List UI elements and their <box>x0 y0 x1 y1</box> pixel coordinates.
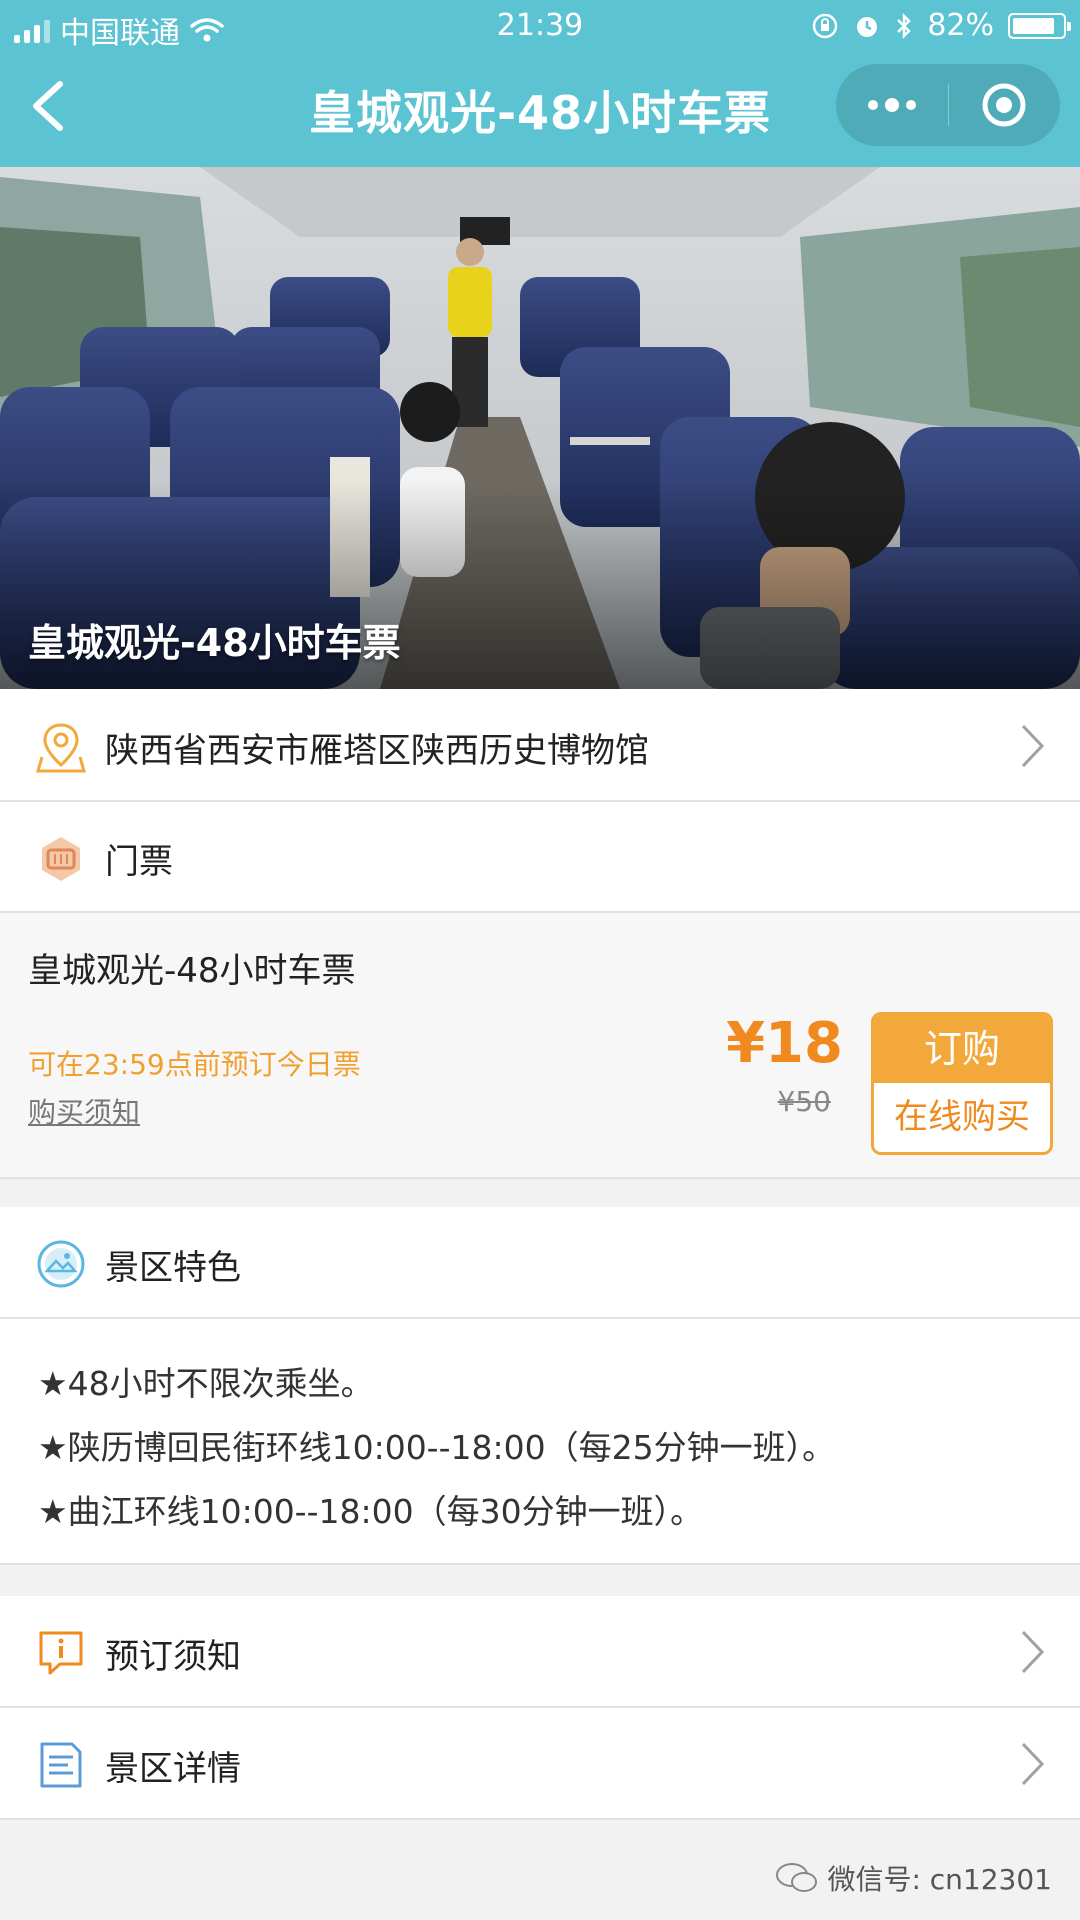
header-bar: 中国联通 21:39 82% 皇城观光-48小时车票 <box>0 0 1080 167</box>
booking-notice-row[interactable]: 预订须知 <box>0 1596 1080 1708</box>
feature-item: ★陕历博回民街环线10:00--18:00（每25分钟一班）。 <box>38 1428 836 1467</box>
miniprogram-capsule <box>836 64 1060 146</box>
orientation-lock-icon <box>813 13 838 38</box>
ticket-section-header: 门票 <box>0 802 1080 913</box>
battery-icon <box>1008 12 1071 39</box>
target-circle-icon <box>982 83 1026 127</box>
more-dots-icon <box>867 98 916 112</box>
more-button[interactable] <box>836 64 948 146</box>
wechat-watermark: 微信号: cn12301 <box>775 1858 1052 1898</box>
feature-item: ★曲江环线10:00--18:00（每30分钟一班）。 <box>38 1492 704 1531</box>
feature-item: ★48小时不限次乘坐。 <box>38 1364 374 1403</box>
ticket-icon <box>42 837 80 881</box>
original-price: ¥50 <box>777 1085 831 1118</box>
bluetooth-icon <box>897 12 912 39</box>
order-button[interactable]: 订购 在线购买 <box>871 1012 1053 1155</box>
map-pin-icon <box>36 723 86 773</box>
wechat-icon <box>776 1863 818 1892</box>
booking-deadline: 可在23:59点前预订今日票 <box>28 1048 361 1081</box>
close-miniprogram-button[interactable] <box>949 64 1061 146</box>
ticket-section-title: 门票 <box>105 842 173 882</box>
chevron-right-icon <box>1021 1630 1045 1674</box>
location-text: 陕西省西安市雁塔区陕西历史博物馆 <box>105 731 649 771</box>
scenic-details-row[interactable]: 景区详情 <box>0 1708 1080 1820</box>
alarm-icon <box>857 16 878 37</box>
booking-notice-label: 预订须知 <box>105 1637 241 1677</box>
status-bar: 中国联通 21:39 82% <box>0 0 1080 52</box>
current-price: ¥18 <box>726 1011 843 1076</box>
features-section-header: 景区特色 <box>0 1207 1080 1319</box>
status-right: 82% <box>811 8 1071 43</box>
purchase-notice-link[interactable]: 购买须知 <box>28 1091 140 1131</box>
features-section-title: 景区特色 <box>105 1248 241 1288</box>
back-arrow-icon[interactable] <box>20 76 76 136</box>
ticket-card: 皇城观光-48小时车票 可在23:59点前预订今日票 购买须知 ¥18 ¥50 … <box>0 913 1080 1179</box>
info-icon <box>39 1631 83 1675</box>
document-icon <box>40 1742 82 1788</box>
order-button-sublabel: 在线购买 <box>894 1097 1030 1137</box>
chevron-right-icon <box>1021 724 1045 768</box>
watermark-text: 微信号: cn12301 <box>827 1863 1052 1896</box>
order-button-label: 订购 <box>874 1015 1050 1083</box>
ticket-name: 皇城观光-48小时车票 <box>28 951 356 991</box>
battery-percent: 82% <box>927 8 994 43</box>
features-list: ★48小时不限次乘坐。 ★陕历博回民街环线10:00--18:00（每25分钟一… <box>0 1319 1080 1565</box>
page-title: 皇城观光-48小时车票 <box>308 86 772 140</box>
nav-bar: 皇城观光-48小时车票 <box>0 52 1080 167</box>
banner-image: 皇城观光-48小时车票 <box>0 167 1080 689</box>
chevron-right-icon <box>1021 1742 1045 1786</box>
bus-interior-photo <box>0 167 1080 689</box>
banner-caption: 皇城观光-48小时车票 <box>28 621 401 665</box>
location-row[interactable]: 陕西省西安市雁塔区陕西历史博物馆 <box>0 689 1080 802</box>
scenery-icon <box>37 1240 85 1288</box>
scenic-details-label: 景区详情 <box>105 1749 241 1789</box>
